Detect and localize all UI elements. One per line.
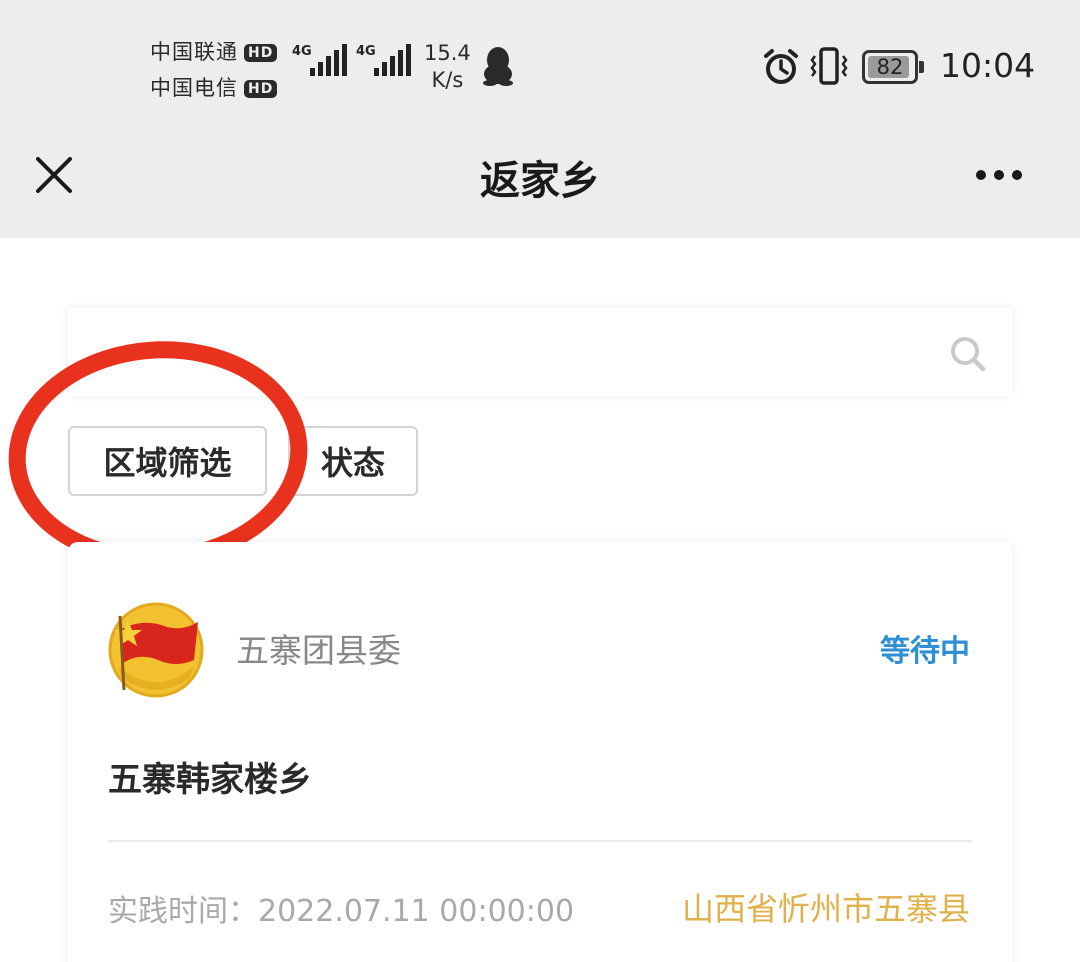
location-text: 山西省忻州市五寨县: [681, 890, 970, 928]
search-icon[interactable]: [948, 334, 988, 374]
carrier-1-name: 中国联通: [150, 40, 238, 64]
network-tag-1: 4G: [292, 44, 312, 59]
status-filter-label: 状态: [320, 444, 385, 482]
hd-badge-1: HD: [244, 44, 278, 62]
alarm-clock-icon: [764, 49, 798, 84]
net-speed-unit: K/s: [431, 68, 464, 92]
status-badge: 等待中: [880, 634, 970, 669]
search-bar: [68, 308, 1012, 396]
organization-name: 五寨团县委: [236, 631, 401, 670]
signal-1-icon: 4G: [292, 44, 348, 80]
youth-league-emblem-icon: [108, 602, 204, 698]
activity-card[interactable]: 五寨团县委 等待中 五寨韩家楼乡 实践时间：2022.07.11 00:00:0…: [68, 542, 1012, 962]
signal-2-icon: 4G: [356, 44, 412, 80]
battery-level: 82: [876, 55, 904, 79]
screen: 中国联通 HD 中国电信 HD 4G 4G 15.4 K/s 82 10:04 …: [0, 0, 1080, 962]
carrier-1: 中国联通 HD: [150, 36, 278, 66]
net-speed-value: 15.4: [424, 41, 471, 65]
practice-time: 实践时间：2022.07.11 00:00:00: [108, 894, 575, 929]
qq-penguin-icon: [483, 47, 513, 86]
network-tag-2: 4G: [356, 44, 376, 59]
battery-icon: 82: [862, 50, 924, 84]
carrier-2-name: 中国电信: [150, 76, 238, 100]
vibrate-icon: [810, 47, 848, 85]
region-filter-button[interactable]: 区域筛选: [68, 426, 267, 496]
carrier-2: 中国电信 HD: [150, 72, 278, 102]
card-divider: [108, 840, 972, 842]
nav-bar: 返家乡: [0, 128, 1080, 238]
main-content: 区域筛选 状态 五寨团县委 等待中 五寨韩家楼乡 实践时间：2022.07.11…: [0, 238, 1080, 962]
hd-badge-2: HD: [244, 80, 278, 98]
status-time: 10:04: [940, 46, 1036, 85]
search-input[interactable]: [104, 328, 924, 376]
status-bar: 中国联通 HD 中国电信 HD 4G 4G 15.4 K/s 82 10:04: [0, 0, 1080, 128]
net-speed: 15.4 K/s: [424, 40, 471, 94]
page-title: 返家乡: [480, 158, 600, 204]
activity-title: 五寨韩家楼乡: [108, 760, 312, 800]
more-options-icon[interactable]: [976, 163, 1036, 187]
status-filter-button[interactable]: 状态: [288, 426, 418, 496]
region-filter-label: 区域筛选: [103, 444, 232, 482]
